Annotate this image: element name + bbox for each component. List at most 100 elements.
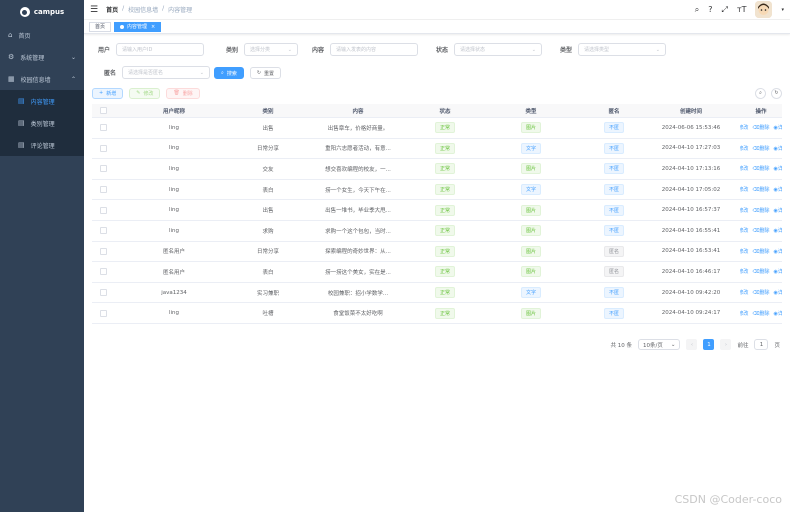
list-icon: ▤ [18, 97, 25, 105]
cell-content: 探索编程的奇妙世界：从... [325, 249, 391, 256]
hamburger-icon[interactable]: ☰ [90, 5, 98, 15]
row-delete-button[interactable]: ⌫删除 [752, 310, 769, 317]
content-input[interactable]: 请输入发表的内容 [330, 43, 418, 56]
row-checkbox[interactable] [99, 124, 107, 132]
row-edit-label: 修改 [740, 269, 749, 276]
row-edit-button[interactable]: ✎修改 [740, 310, 748, 317]
close-icon[interactable]: × [151, 24, 155, 30]
row-delete-button[interactable]: ⌫删除 [752, 124, 769, 131]
avatar[interactable] [755, 1, 773, 18]
row-checkbox[interactable] [99, 268, 107, 276]
anonymous-select[interactable]: 请选择是否匿名 ⌄ [122, 66, 210, 79]
row-detail-button[interactable]: ◉详细 [773, 289, 782, 296]
row-edit-label: 修改 [740, 290, 749, 297]
user-label: 用户 [97, 47, 110, 54]
font-size-icon[interactable]: ᴛT [737, 5, 747, 14]
row-delete-button[interactable]: ⌫删除 [752, 165, 769, 172]
status-select[interactable]: 请选择状态 ⌄ [454, 43, 542, 56]
reset-button-label: 重置 [264, 70, 275, 77]
search-button[interactable]: ⌕ 搜索 [214, 67, 244, 79]
column-header: 类别 [262, 108, 274, 115]
tag-home[interactable]: 首页 [89, 21, 112, 32]
row-delete-button[interactable]: ⌫删除 [752, 207, 769, 214]
cell-content: 出售章车，价格好商量。 [327, 125, 389, 132]
row-detail-button[interactable]: ◉详细 [773, 310, 782, 317]
row-checkbox[interactable] [99, 206, 107, 214]
row-checkbox[interactable] [99, 186, 107, 194]
row-edit-button[interactable]: ✎修改 [740, 145, 748, 152]
add-button[interactable]: + 新增 [92, 87, 124, 99]
row-checkbox[interactable] [99, 247, 107, 255]
anonymous-badge: 不匿 [603, 307, 624, 319]
row-checkbox[interactable] [99, 289, 107, 297]
row-edit-button[interactable]: ✎修改 [740, 268, 748, 275]
fullscreen-icon[interactable]: ⤢ [722, 5, 728, 15]
row-delete-button[interactable]: ⌫删除 [752, 186, 769, 193]
row-edit-button[interactable]: ✎修改 [740, 124, 748, 131]
sidebar-item-system[interactable]: ⚙ 系统管理 ⌄ [0, 46, 84, 68]
row-checkbox[interactable] [99, 144, 107, 152]
row-detail-button[interactable]: ◉详细 [773, 268, 782, 275]
row-detail-button[interactable]: ◉详细 [773, 207, 782, 214]
form-item-status: 状态 请选择状态 ⌄ [436, 43, 542, 56]
row-checkbox[interactable] [99, 227, 107, 235]
select-all-checkbox[interactable] [99, 107, 107, 114]
row-checkbox[interactable] [99, 309, 107, 317]
edit-button[interactable]: ✎ 修改 [129, 87, 161, 99]
row-detail-label: 详细 [777, 248, 782, 255]
cell-anonymous: 不匿 [586, 204, 642, 216]
cell-anonymous: 不匿 [586, 225, 642, 237]
row-delete-button[interactable]: ⌫删除 [752, 145, 769, 152]
row-edit-button[interactable]: ✎修改 [740, 186, 748, 193]
row-edit-button[interactable]: ✎修改 [740, 248, 748, 255]
delete-button-label: 删除 [182, 90, 193, 97]
refresh-icon[interactable]: ↻ [771, 87, 782, 99]
user-input[interactable]: 请输入用户ID [116, 43, 204, 56]
row-checkbox[interactable] [99, 165, 107, 173]
tag-content-management[interactable]: 内容管理 × [114, 21, 162, 32]
help-icon[interactable]: ? [708, 5, 712, 14]
row-detail-button[interactable]: ◉详细 [773, 145, 782, 152]
cell-content: 想交喜欢编程的校友，一... [325, 166, 391, 173]
row-edit-button[interactable]: ✎修改 [740, 227, 748, 234]
table-row: ling 交友 想交喜欢编程的校友，一... 正常 图片 不匿 2024-04-10 17:… [92, 159, 782, 180]
sidebar-item-category[interactable]: ▤ 类别管理 [0, 112, 84, 134]
reset-button[interactable]: ↻ 重置 [249, 67, 282, 79]
row-detail-button[interactable]: ◉详细 [773, 186, 782, 193]
row-detail-button[interactable]: ◉详细 [773, 227, 782, 234]
row-edit-button[interactable]: ✎修改 [740, 289, 748, 296]
row-detail-button[interactable]: ◉详细 [773, 165, 782, 172]
type-select[interactable]: 请选择类型 ⌄ [578, 43, 666, 56]
cell-actions: ✎修改 ⌫删除 ◉详细 [740, 310, 782, 317]
goto-input[interactable]: 1 [754, 339, 769, 350]
status-badge: 正常 [434, 266, 455, 278]
page-number[interactable]: 1 [703, 339, 715, 350]
search-toggle-icon[interactable]: ⌕ [755, 87, 766, 99]
prev-page-button[interactable]: ‹ [686, 339, 698, 350]
sidebar-item-content[interactable]: ▤ 内容管理 [0, 90, 84, 112]
row-detail-button[interactable]: ◉详细 [773, 248, 782, 255]
delete-button[interactable]: 🗑 删除 [166, 87, 200, 99]
row-delete-button[interactable]: ⌫删除 [752, 227, 769, 234]
caret-down-icon[interactable]: ▾ [781, 7, 784, 13]
page-size-select[interactable]: 10条/页 ⌄ [638, 339, 681, 350]
logo[interactable]: campus [0, 0, 84, 24]
row-edit-button[interactable]: ✎修改 [740, 207, 748, 214]
row-edit-button[interactable]: ✎修改 [740, 165, 748, 172]
row-delete-button[interactable]: ⌫删除 [752, 248, 769, 255]
sidebar-item-campus-wall[interactable]: ▦ 校园信息墙 ⌃ [0, 68, 84, 90]
sidebar-item-comments[interactable]: ▤ 评论管理 [0, 134, 84, 156]
cell-type: 图片 [476, 163, 586, 175]
row-detail-button[interactable]: ◉详细 [773, 124, 782, 131]
sidebar-item-home[interactable]: ⌂ 首页 [0, 24, 84, 46]
category-select[interactable]: 选择分类 ⌄ [244, 43, 298, 56]
row-delete-button[interactable]: ⌫删除 [752, 268, 769, 275]
next-page-button[interactable]: › [720, 339, 732, 350]
row-delete-button[interactable]: ⌫删除 [752, 289, 769, 296]
row-edit-label: 修改 [740, 310, 749, 317]
cell-user: ling [168, 124, 180, 131]
search-icon[interactable]: ⌕ [695, 5, 699, 15]
breadcrumb-item[interactable]: 首页 [106, 5, 118, 14]
row-delete-label: 删除 [759, 269, 770, 276]
form-item-anonymous: 匿名 请选择是否匿名 ⌄ [102, 66, 210, 79]
